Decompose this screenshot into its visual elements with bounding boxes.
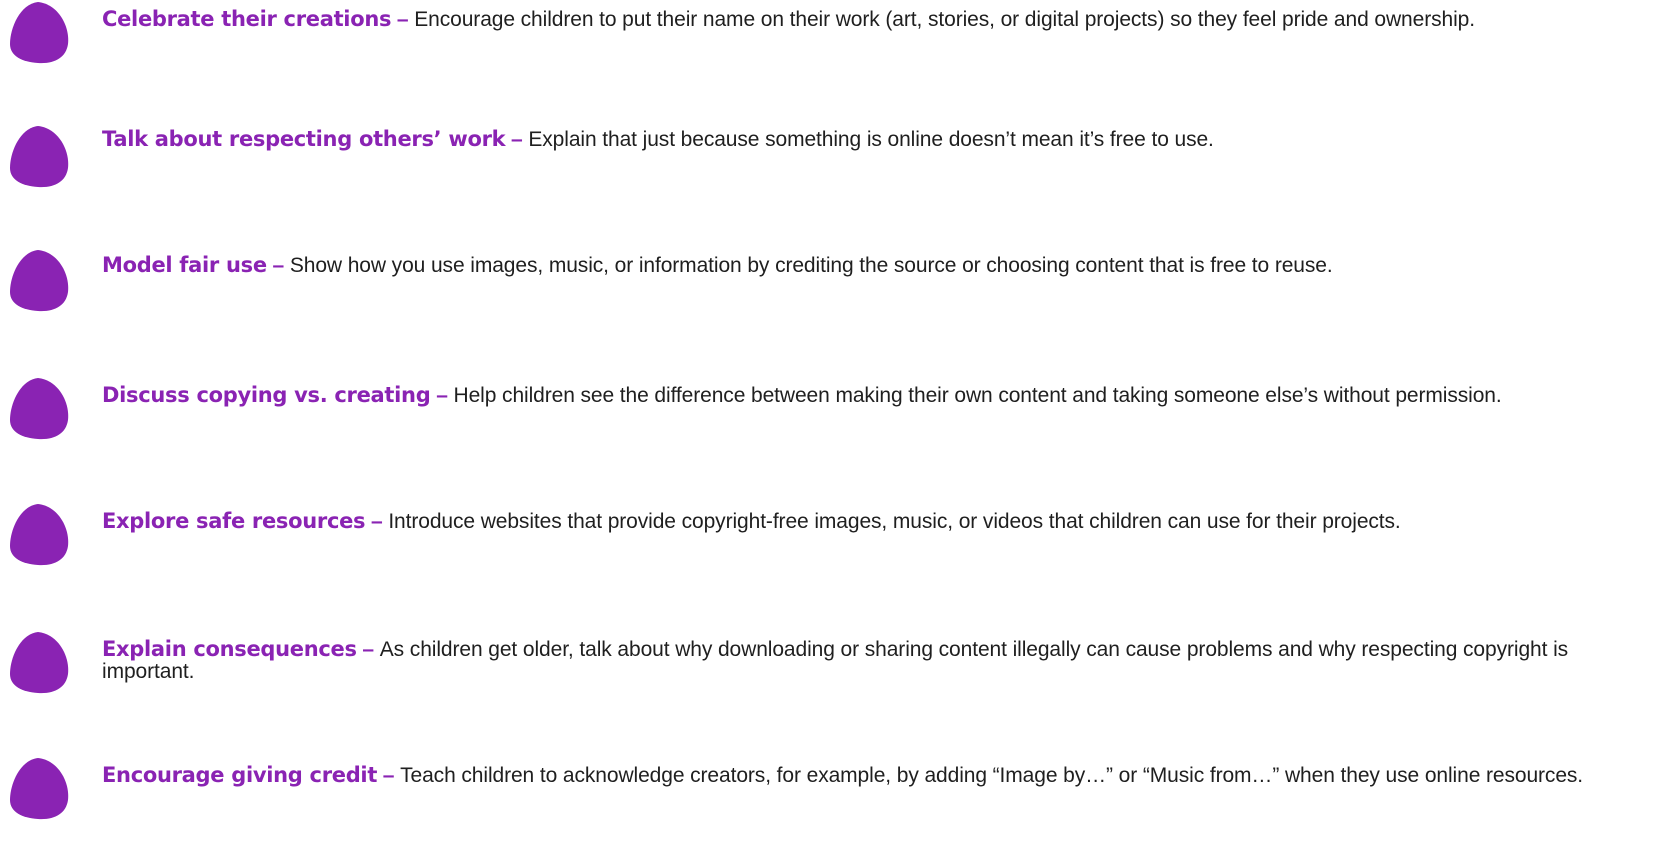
tip-separator: – <box>505 128 529 151</box>
tip-item: Explore safe resources – Introduce websi… <box>0 502 1664 582</box>
tip-separator: – <box>365 510 389 533</box>
tip-text: Celebrate their creations – Encourage ch… <box>102 8 1647 31</box>
tip-body: Show how you use images, music, or infor… <box>289 254 1333 277</box>
tip-title: Discuss copying vs. creating <box>102 383 431 407</box>
tip-item: Celebrate their creations – Encourage ch… <box>0 0 1664 80</box>
purple-blob-icon <box>8 502 72 566</box>
tip-item: Discuss copying vs. creating – Help chil… <box>0 376 1664 456</box>
tip-title: Talk about respecting others’ work <box>102 127 506 151</box>
tip-text: Talk about respecting others’ work – Exp… <box>102 128 1647 151</box>
purple-blob-icon <box>8 0 72 64</box>
tip-separator: – <box>391 8 415 31</box>
tip-text: Model fair use – Show how you use images… <box>102 254 1647 277</box>
tip-title: Explore safe resources <box>102 509 366 533</box>
tip-body: Encourage children to put their name on … <box>414 8 1475 31</box>
tip-separator: – <box>377 764 401 787</box>
tips-list: Celebrate their creations – Encourage ch… <box>0 0 1664 854</box>
purple-blob-icon <box>8 756 72 820</box>
tip-title: Celebrate their creations <box>102 7 392 31</box>
tip-title: Explain consequences <box>102 637 357 661</box>
tip-separator: – <box>430 384 454 407</box>
tip-separator: – <box>356 638 380 661</box>
purple-blob-icon <box>8 248 72 312</box>
tip-text: Explore safe resources – Introduce websi… <box>102 510 1647 533</box>
purple-blob-icon <box>8 124 72 188</box>
tip-separator: – <box>266 254 290 277</box>
tip-body: Teach children to acknowledge creators, … <box>400 764 1584 787</box>
tip-body: Introduce websites that provide copyrigh… <box>388 510 1401 533</box>
tip-title: Model fair use <box>102 253 267 277</box>
tip-item: Talk about respecting others’ work – Exp… <box>0 124 1664 204</box>
tip-text: Encourage giving credit – Teach children… <box>102 764 1647 787</box>
tip-item: Encourage giving credit – Teach children… <box>0 756 1664 836</box>
tip-item: Model fair use – Show how you use images… <box>0 248 1664 328</box>
purple-blob-icon <box>8 630 72 694</box>
tip-item: Explain consequences – As children get o… <box>0 630 1664 710</box>
tip-body: Help children see the difference between… <box>453 384 1502 407</box>
tip-body: Explain that just because something is o… <box>528 128 1214 151</box>
tip-text: Discuss copying vs. creating – Help chil… <box>102 384 1647 407</box>
tip-text: Explain consequences – As children get o… <box>102 638 1647 683</box>
purple-blob-icon <box>8 376 72 440</box>
tip-title: Encourage giving credit <box>102 763 378 787</box>
